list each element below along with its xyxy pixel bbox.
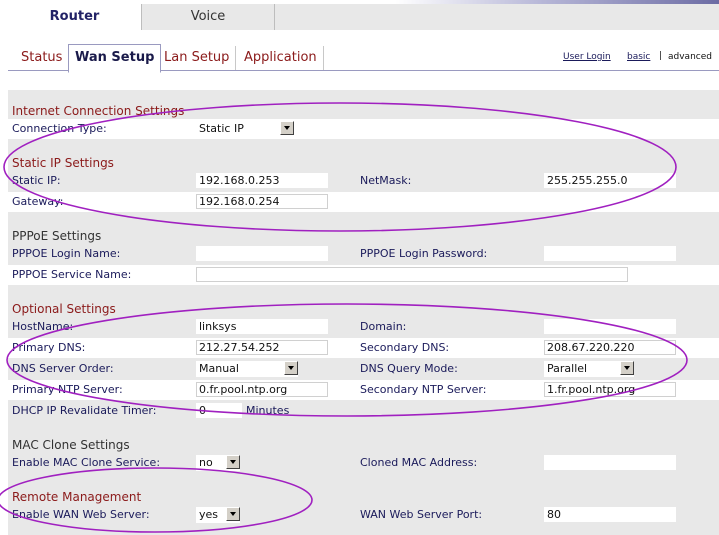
dns-server-order-select[interactable]: Manual: [196, 361, 298, 377]
section-static-ip: Static IP Settings: [12, 156, 114, 170]
secondary-dns-input[interactable]: 208.67.220.220: [544, 340, 676, 355]
row-dns: Primary DNS: 212.27.54.252 Secondary DNS…: [8, 338, 719, 358]
enable-wan-web-label: Enable WAN Web Server:: [12, 508, 150, 521]
hostname-input[interactable]: linksys: [196, 319, 328, 334]
enable-mac-clone-value: no: [199, 456, 213, 469]
main-tab-bar: Router Voice: [0, 0, 719, 30]
section-mac-clone: MAC Clone Settings: [12, 438, 130, 452]
chevron-down-icon[interactable]: [226, 455, 240, 469]
connection-type-value: Static IP: [199, 122, 244, 135]
row-mac-clone: Enable MAC Clone Service: no Cloned MAC …: [8, 453, 719, 473]
row-connection-type: Connection Type: Static IP: [8, 119, 719, 139]
primary-ntp-label: Primary NTP Server:: [12, 383, 123, 396]
domain-label: Domain:: [360, 320, 407, 333]
pppoe-service-name-label: PPPOE Service Name:: [12, 268, 132, 281]
row-wan-web: Enable WAN Web Server: yes WAN Web Serve…: [8, 505, 719, 525]
section-pppoe: PPPoE Settings: [12, 229, 102, 243]
pppoe-login-name-input[interactable]: [196, 246, 328, 261]
dhcp-revalidate-unit: Minutes: [246, 404, 290, 417]
dns-query-mode-value: Parallel: [547, 362, 588, 375]
cloned-mac-label: Cloned MAC Address:: [360, 456, 478, 469]
secondary-ntp-input[interactable]: 1.fr.pool.ntp.org: [544, 382, 676, 397]
row-dhcp-revalidate: DHCP IP Revalidate Timer: 0 Minutes: [8, 401, 719, 421]
row-hostname: HostName: linksys Domain:: [8, 317, 719, 337]
hostname-label: HostName:: [12, 320, 74, 333]
section-remote-management: Remote Management: [12, 490, 142, 504]
domain-input[interactable]: [544, 319, 676, 334]
subtab-status[interactable]: Status: [15, 46, 70, 70]
tab-router[interactable]: Router: [8, 4, 141, 30]
chevron-down-icon[interactable]: [620, 361, 634, 375]
user-login-link[interactable]: User Login: [563, 52, 611, 62]
subtab-application[interactable]: Application: [238, 46, 324, 70]
primary-ntp-input[interactable]: 0.fr.pool.ntp.org: [196, 382, 328, 397]
dns-query-mode-select[interactable]: Parallel: [544, 361, 634, 377]
links-separator: |: [659, 51, 663, 61]
basic-link[interactable]: basic: [627, 52, 650, 62]
secondary-dns-label: Secondary DNS:: [360, 341, 450, 354]
dns-query-mode-label: DNS Query Mode:: [360, 362, 458, 375]
secondary-ntp-label: Secondary NTP Server:: [360, 383, 487, 396]
chevron-down-icon[interactable]: [226, 507, 240, 521]
enable-wan-web-value: yes: [199, 508, 219, 521]
tab-voice[interactable]: Voice: [141, 4, 274, 30]
pppoe-service-name-input[interactable]: [196, 267, 628, 282]
pppoe-login-password-input[interactable]: [544, 246, 676, 261]
static-ip-label: Static IP:: [12, 174, 61, 187]
primary-dns-input[interactable]: 212.27.54.252: [196, 340, 328, 355]
connection-type-label: Connection Type:: [12, 122, 107, 135]
wan-web-port-label: WAN Web Server Port:: [360, 508, 483, 521]
section-internet-connection: Internet Connection Settings: [12, 104, 185, 118]
chevron-down-icon[interactable]: [280, 121, 294, 135]
row-ntp: Primary NTP Server: 0.fr.pool.ntp.org Se…: [8, 380, 719, 400]
enable-mac-clone-label: Enable MAC Clone Service:: [12, 456, 161, 469]
dhcp-revalidate-label: DHCP IP Revalidate Timer:: [12, 404, 157, 417]
subtab-lan-setup[interactable]: Lan Setup: [158, 46, 237, 70]
enable-wan-web-select[interactable]: yes: [196, 507, 240, 523]
wan-web-port-input[interactable]: 80: [544, 507, 676, 522]
row-pppoe-service: PPPOE Service Name:: [8, 265, 719, 285]
netmask-input[interactable]: 255.255.255.0: [544, 173, 676, 188]
row-static-ip: Static IP: 192.168.0.253 NetMask: 255.25…: [8, 171, 719, 191]
dns-server-order-value: Manual: [199, 362, 239, 375]
pppoe-login-password-label: PPPOE Login Password:: [360, 247, 488, 260]
pppoe-login-name-label: PPPOE Login Name:: [12, 247, 121, 260]
connection-type-select[interactable]: Static IP: [196, 121, 294, 137]
row-pppoe-login: PPPOE Login Name: PPPOE Login Password:: [8, 244, 719, 264]
gateway-input[interactable]: 192.168.0.254: [196, 194, 328, 209]
cloned-mac-input[interactable]: [544, 455, 676, 470]
tab-bar-filler: [274, 4, 719, 30]
subtab-wan-setup[interactable]: Wan Setup: [68, 44, 162, 73]
row-gateway: Gateway: 192.168.0.254: [8, 192, 719, 212]
gateway-label: Gateway:: [12, 195, 64, 208]
dhcp-revalidate-input[interactable]: 0: [196, 403, 242, 418]
section-optional: Optional Settings: [12, 302, 116, 316]
primary-dns-label: Primary DNS:: [12, 341, 86, 354]
row-dns-order: DNS Server Order: Manual DNS Query Mode:…: [8, 359, 719, 379]
dns-server-order-label: DNS Server Order:: [12, 362, 114, 375]
advanced-link[interactable]: advanced: [668, 52, 712, 62]
enable-mac-clone-select[interactable]: no: [196, 455, 240, 471]
chevron-down-icon[interactable]: [284, 361, 298, 375]
static-ip-input[interactable]: 192.168.0.253: [196, 173, 328, 188]
netmask-label: NetMask:: [360, 174, 412, 187]
